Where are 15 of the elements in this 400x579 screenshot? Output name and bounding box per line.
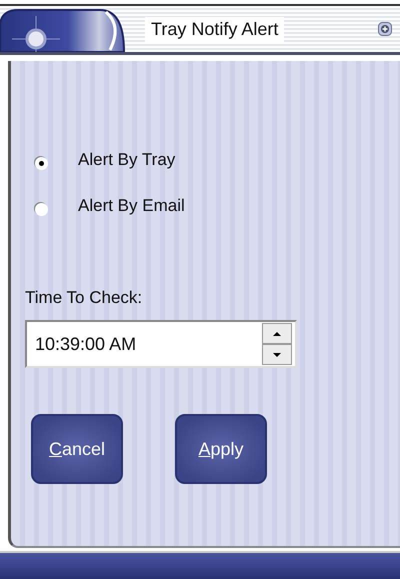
radio-button[interactable] — [35, 203, 48, 216]
action-button[interactable]: Apply — [175, 414, 267, 484]
radio-label: Alert By Tray — [78, 150, 176, 170]
field-label: Time To Check: — [25, 288, 144, 308]
window-title: Tray Notify Alert — [145, 16, 284, 42]
time-field[interactable]: 10:39:00 AM — [25, 320, 297, 368]
spin-up-button[interactable] — [262, 323, 292, 344]
down-arrow-icon — [273, 352, 281, 356]
up-arrow-icon — [273, 332, 281, 336]
action-button[interactable]: Cancel — [31, 414, 123, 484]
spin-down-button[interactable] — [262, 344, 292, 365]
radio-button[interactable] — [35, 157, 48, 170]
plus-icon[interactable] — [378, 22, 392, 36]
radio-label: Alert By Email — [78, 196, 185, 216]
orb-icon[interactable] — [0, 6, 125, 52]
